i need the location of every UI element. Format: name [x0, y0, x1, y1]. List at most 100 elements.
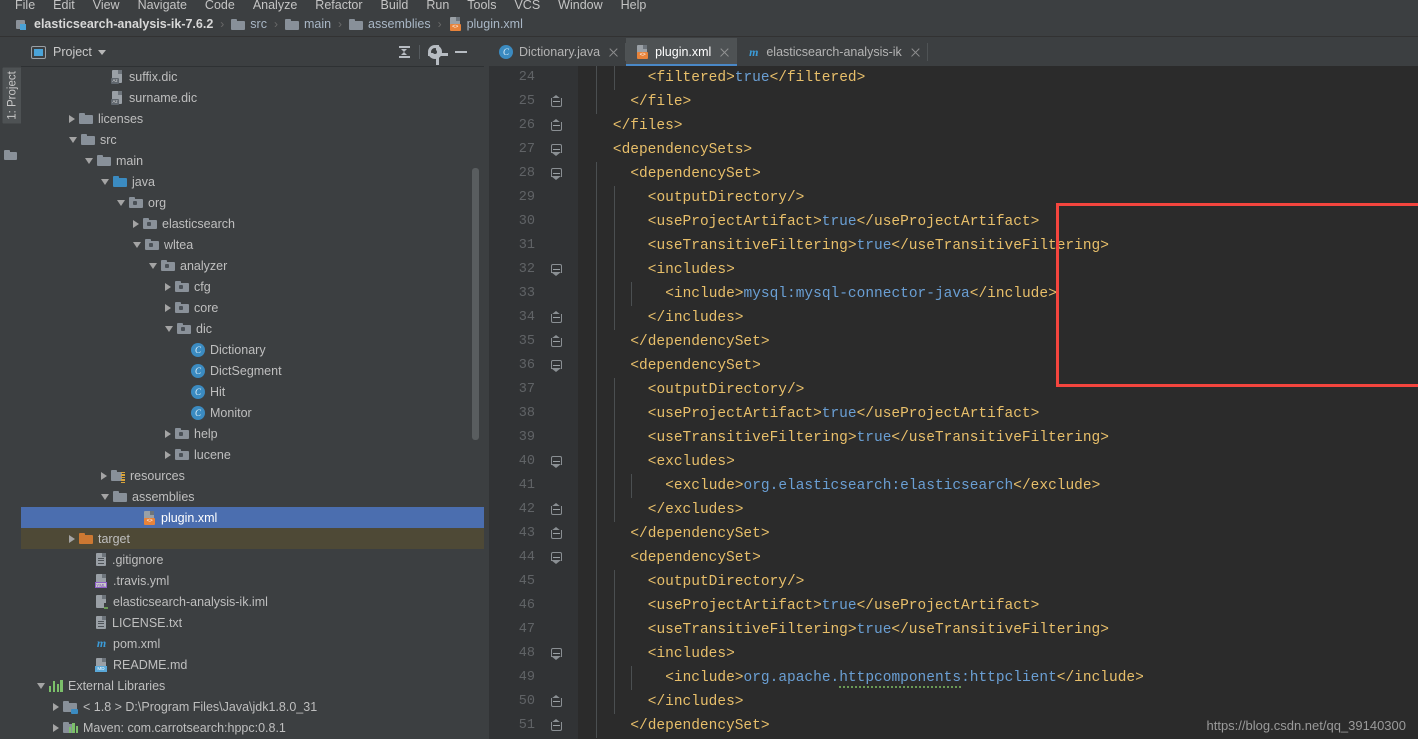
tree-row[interactable]: analyzer [21, 255, 484, 276]
code-fold-toggle[interactable] [551, 335, 562, 347]
code-line[interactable]: 45 <outputDirectory/> [489, 570, 1418, 594]
close-icon[interactable] [911, 48, 920, 57]
menu-item-tools[interactable]: Tools [458, 0, 505, 12]
chevron-down-icon[interactable] [97, 49, 106, 55]
tree-row[interactable]: External Libraries [21, 675, 484, 696]
code-fold-toggle[interactable] [551, 456, 562, 468]
tree-row[interactable]: Az surname.dic [21, 87, 484, 108]
close-icon[interactable] [720, 48, 729, 57]
chevron-down-icon[interactable] [101, 493, 109, 500]
menu-item-view[interactable]: View [84, 0, 129, 12]
tree-row[interactable]: YML .travis.yml [21, 570, 484, 591]
code-fold-toggle[interactable] [551, 360, 562, 372]
settings-gear-button[interactable] [422, 42, 448, 65]
code-fold-toggle[interactable] [551, 503, 562, 515]
code-fold-toggle[interactable] [551, 144, 562, 156]
tree-row[interactable]: java [21, 171, 484, 192]
code-fold-toggle[interactable] [551, 264, 562, 276]
code-line[interactable]: 36 <dependencySet> [489, 354, 1418, 378]
tree-row[interactable]: lucene [21, 444, 484, 465]
menu-item-vcs[interactable]: VCS [505, 0, 549, 12]
chevron-down-icon[interactable] [101, 178, 109, 185]
chevron-right-icon[interactable] [165, 282, 171, 291]
code-line[interactable]: 49 <include>org.apache.httpcomponents:htt… [489, 666, 1418, 690]
tree-row[interactable]: C Monitor [21, 402, 484, 423]
chevron-right-icon[interactable] [165, 429, 171, 438]
menu-item-help[interactable]: Help [612, 0, 656, 12]
tree-row[interactable]: elasticsearch-analysis-ik.iml [21, 591, 484, 612]
breadcrumb-item-0[interactable]: elasticsearch-analysis-ik-7.6.2 [16, 17, 213, 31]
tree-row[interactable]: core [21, 297, 484, 318]
chevron-down-icon[interactable] [165, 325, 173, 332]
breadcrumb-item-2[interactable]: main [284, 17, 331, 31]
code-content[interactable]: 24 <filtered>true</filtered> 25 </file> 26 </… [489, 66, 1418, 739]
code-fold-toggle[interactable] [551, 695, 562, 707]
editor-tab-dictionary-java[interactable]: C Dictionary.java [489, 38, 627, 66]
chevron-right-icon[interactable] [101, 471, 107, 480]
code-line[interactable]: 28 <dependencySet> [489, 162, 1418, 186]
chevron-right-icon[interactable] [53, 702, 59, 711]
breadcrumb-item-3[interactable]: assemblies [349, 17, 431, 31]
chevron-right-icon[interactable] [69, 114, 75, 123]
chevron-down-icon[interactable] [85, 157, 93, 164]
menu-item-build[interactable]: Build [372, 0, 418, 12]
menu-item-run[interactable]: Run [417, 0, 458, 12]
tree-row[interactable]: m pom.xml [21, 633, 484, 654]
tree-row[interactable]: Az suffix.dic [21, 66, 484, 87]
tree-row[interactable]: Maven: com.carrotsearch:hppc:0.8.1 [21, 717, 484, 738]
code-line[interactable]: 42 </excludes> [489, 498, 1418, 522]
code-line[interactable]: 25 </file> [489, 90, 1418, 114]
chevron-right-icon[interactable] [69, 534, 75, 543]
breadcrumb-item-4[interactable]: <> plugin.xml [449, 17, 523, 31]
menu-item-refactor[interactable]: Refactor [306, 0, 371, 12]
code-line[interactable]: 24 <filtered>true</filtered> [489, 66, 1418, 90]
tree-row[interactable]: C DictSegment [21, 360, 484, 381]
menu-item-analyze[interactable]: Analyze [244, 0, 306, 12]
tree-row[interactable]: dic [21, 318, 484, 339]
tree-row[interactable]: <> plugin.xml [21, 507, 484, 528]
code-line[interactable]: 38 <useProjectArtifact>true</useProjectAr… [489, 402, 1418, 426]
collapse-all-button[interactable] [391, 42, 417, 62]
menu-item-window[interactable]: Window [549, 0, 611, 12]
code-fold-toggle[interactable] [551, 311, 562, 323]
tree-row[interactable]: main [21, 150, 484, 171]
tree-row[interactable]: resources [21, 465, 484, 486]
tree-row[interactable]: src [21, 129, 484, 150]
chevron-right-icon[interactable] [165, 450, 171, 459]
code-line[interactable]: 34 </includes> [489, 306, 1418, 330]
tree-row[interactable]: elasticsearch [21, 213, 484, 234]
code-line[interactable]: 47 <useTransitiveFiltering>true</useTrans… [489, 618, 1418, 642]
code-line[interactable]: 48 <includes> [489, 642, 1418, 666]
code-line[interactable]: 29 <outputDirectory/> [489, 186, 1418, 210]
code-line[interactable]: 32 <includes> [489, 258, 1418, 282]
tree-row[interactable]: org [21, 192, 484, 213]
tool-window-button-project[interactable]: 1: Project [2, 67, 22, 124]
code-line[interactable]: 41 <exclude>org.elasticsearch:elasticsear… [489, 474, 1418, 498]
tree-row[interactable]: licenses [21, 108, 484, 129]
editor-tab-plugin-xml[interactable]: <> plugin.xml [626, 38, 738, 66]
chevron-right-icon[interactable] [133, 219, 139, 228]
code-line[interactable]: 44 <dependencySet> [489, 546, 1418, 570]
tree-row[interactable]: target [21, 528, 484, 549]
chevron-down-icon[interactable] [117, 199, 125, 206]
tree-row[interactable]: < 1.8 > D:\Program Files\Java\jdk1.8.0_3… [21, 696, 484, 717]
chevron-down-icon[interactable] [149, 262, 157, 269]
code-fold-toggle[interactable] [551, 119, 562, 131]
menu-item-file[interactable]: File [6, 0, 44, 12]
code-line[interactable]: 50 </includes> [489, 690, 1418, 714]
code-fold-toggle[interactable] [551, 719, 562, 731]
tree-row[interactable]: wltea [21, 234, 484, 255]
tree-row[interactable]: C Hit [21, 381, 484, 402]
code-fold-toggle[interactable] [551, 552, 562, 564]
chevron-down-icon[interactable] [133, 241, 141, 248]
code-line[interactable]: 35 </dependencySet> [489, 330, 1418, 354]
project-file-tree[interactable]: Az suffix.dic Az surname.dic licenses src main… [21, 66, 484, 739]
project-tree-scrollbar[interactable] [472, 168, 479, 440]
code-fold-toggle[interactable] [551, 527, 562, 539]
code-line[interactable]: 46 <useProjectArtifact>true</useProjectAr… [489, 594, 1418, 618]
chevron-down-icon[interactable] [69, 136, 77, 143]
menu-item-edit[interactable]: Edit [44, 0, 84, 12]
code-fold-toggle[interactable] [551, 168, 562, 180]
code-line[interactable]: 39 <useTransitiveFiltering>true</useTrans… [489, 426, 1418, 450]
tree-row[interactable]: C Dictionary [21, 339, 484, 360]
